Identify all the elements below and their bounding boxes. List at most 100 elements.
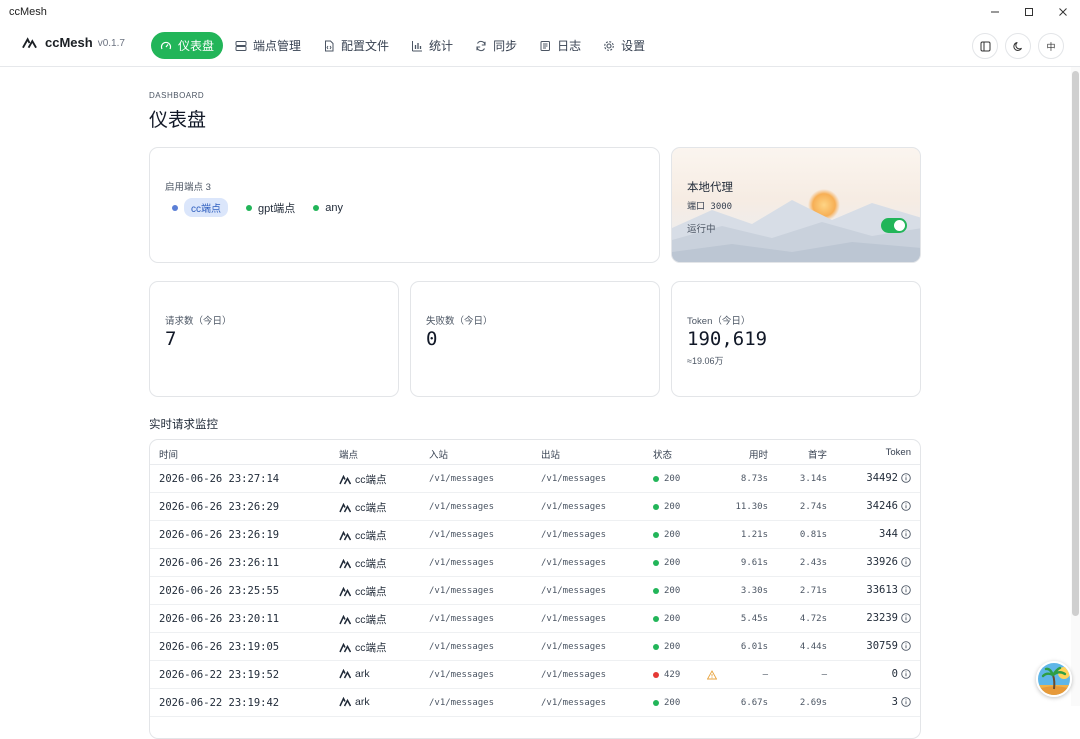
table-row[interactable]: 2026-06-22 23:19:52 ark/v1/messages/v1/me…	[150, 661, 920, 689]
endpoint-chip[interactable]: any	[313, 202, 343, 214]
metric-value: 0	[426, 328, 438, 350]
token-count: 34492	[866, 472, 898, 484]
cell-first-token: 2.43s	[799, 558, 827, 568]
brand[interactable]: ccMesh v0.1.7	[22, 35, 125, 50]
status-code: 200	[664, 642, 681, 652]
maximize-button[interactable]	[1012, 0, 1046, 24]
status-dot	[653, 672, 659, 678]
scrollbar-thumb[interactable]	[1072, 71, 1079, 616]
info-icon[interactable]	[901, 613, 911, 623]
cell-first-token: 3.14s	[799, 474, 827, 484]
endpoint-logo-icon	[339, 586, 351, 596]
log-icon	[540, 40, 551, 51]
cell-duration: 6.67s	[740, 698, 768, 708]
nav-item-dashboard[interactable]: 仪表盘	[151, 32, 224, 59]
cell-token: 30759	[866, 640, 911, 652]
nav-item-config[interactable]: 配置文件	[313, 32, 399, 59]
minimize-button[interactable]	[978, 0, 1012, 24]
cell-outbound: /v1/messages	[541, 614, 607, 624]
info-icon[interactable]	[901, 669, 911, 679]
endpoint-status-dot	[313, 204, 320, 211]
table-row[interactable]: 2026-06-26 23:20:11 cc端点/v1/messages/v1/m…	[150, 605, 920, 633]
table-row[interactable]: 2026-06-26 23:26:19 cc端点/v1/messages/v1/m…	[150, 521, 920, 549]
cell-outbound: /v1/messages	[541, 558, 607, 568]
cell-status: 200	[653, 502, 680, 512]
sidebar-toggle-button[interactable]	[972, 33, 998, 59]
metric-value: 7	[165, 328, 177, 350]
endpoint-name: cc端点	[355, 474, 387, 486]
info-icon[interactable]	[901, 529, 911, 539]
maximize-icon	[1025, 8, 1033, 16]
cell-endpoint: ark	[339, 668, 370, 680]
cell-inbound: /v1/messages	[429, 586, 495, 596]
cell-status: 200	[653, 530, 680, 540]
status-dot	[653, 588, 659, 594]
cell-first-token: 2.74s	[799, 502, 827, 512]
metric-label: 请求数（今日）	[165, 316, 232, 327]
cell-outbound: /v1/messages	[541, 586, 607, 596]
nav-item-label: 端点管理	[253, 39, 302, 53]
status-dot	[653, 644, 659, 650]
status-code: 200	[664, 698, 681, 708]
window-titlebar: ccMesh	[0, 0, 1080, 24]
table-row[interactable]: 2026-06-26 23:19:05 cc端点/v1/messages/v1/m…	[150, 633, 920, 661]
endpoint-name: cc端点	[355, 530, 387, 542]
language-button[interactable]: 中	[1038, 33, 1064, 59]
sync-icon	[476, 40, 486, 51]
info-icon[interactable]	[901, 585, 911, 595]
status-dot	[653, 616, 659, 622]
minimize-icon	[991, 11, 999, 13]
cell-outbound: /v1/messages	[541, 698, 607, 708]
info-icon[interactable]	[901, 473, 911, 483]
table-row[interactable]: 2026-06-22 23:19:42 ark/v1/messages/v1/me…	[150, 689, 920, 717]
endpoint-logo-icon	[339, 669, 351, 679]
info-icon[interactable]	[901, 501, 911, 511]
table-row[interactable]: 2026-06-26 23:26:29 cc端点/v1/messages/v1/m…	[150, 493, 920, 521]
proxy-title: 本地代理	[687, 182, 733, 194]
table-row[interactable]: 2026-06-26 23:26:11 cc端点/v1/messages/v1/m…	[150, 549, 920, 577]
token-count: 30759	[866, 640, 898, 652]
endpoint-status-dot	[246, 204, 252, 211]
close-button[interactable]	[1046, 0, 1080, 24]
endpoint-logo-icon	[339, 558, 351, 568]
column-header: 入站	[429, 450, 449, 461]
nav-item-label: 日志	[557, 39, 582, 53]
nav-item-endpoints[interactable]: 端点管理	[225, 32, 311, 59]
cell-inbound: /v1/messages	[429, 642, 495, 652]
theme-toggle-button[interactable]	[1005, 33, 1031, 59]
info-icon[interactable]	[901, 557, 911, 567]
nav-item-settings[interactable]: 设置	[593, 32, 655, 59]
endpoint-chip[interactable]: gpt端点	[246, 200, 295, 216]
table-row[interactable]: 2026-06-26 23:25:55 cc端点/v1/messages/v1/m…	[150, 577, 920, 605]
table-row[interactable]: 2026-06-26 23:27:14 cc端点/v1/messages/v1/m…	[150, 465, 920, 493]
cell-status: 200	[653, 586, 680, 596]
assistant-avatar[interactable]	[1036, 661, 1072, 697]
info-icon[interactable]	[901, 641, 911, 651]
endpoint-name: cc端点	[355, 614, 387, 626]
nav-item-sync[interactable]: 同步	[465, 32, 527, 59]
nav-item-logs[interactable]: 日志	[529, 32, 591, 59]
local-proxy-card: 本地代理 端口 3000 运行中	[671, 147, 921, 263]
cell-inbound: /v1/messages	[429, 698, 495, 708]
window-controls	[978, 0, 1080, 24]
nav-item-label: 配置文件	[341, 39, 390, 53]
page-scrollbar[interactable]	[1071, 67, 1080, 706]
language-label: 中	[1046, 41, 1056, 52]
endpoint-name: cc端点	[184, 198, 228, 217]
endpoint-logo-icon	[339, 614, 351, 624]
status-dot	[653, 476, 659, 482]
status-code: 200	[664, 530, 681, 540]
cell-duration: 8.73s	[740, 474, 768, 484]
main-nav: 仪表盘 端点管理 配置文件 统计 同步 日志 设置	[151, 32, 657, 59]
request-monitor-table: 时间 端点 入站 出站 状态 用时 首字 Token 2026-06-26 23…	[149, 439, 921, 739]
cell-outbound: /v1/messages	[541, 502, 607, 512]
column-header: 出站	[541, 450, 561, 461]
proxy-toggle[interactable]	[881, 218, 907, 233]
moon-icon	[1012, 41, 1022, 51]
cell-time: 2026-06-26 23:27:14	[159, 473, 280, 485]
cell-time: 2026-06-26 23:26:29	[159, 501, 280, 513]
endpoints-count-label: 启用端点 3	[165, 182, 211, 193]
nav-item-stats[interactable]: 统计	[401, 32, 463, 59]
cell-outbound: /v1/messages	[541, 642, 607, 652]
endpoint-chip[interactable]: cc端点	[172, 198, 228, 217]
